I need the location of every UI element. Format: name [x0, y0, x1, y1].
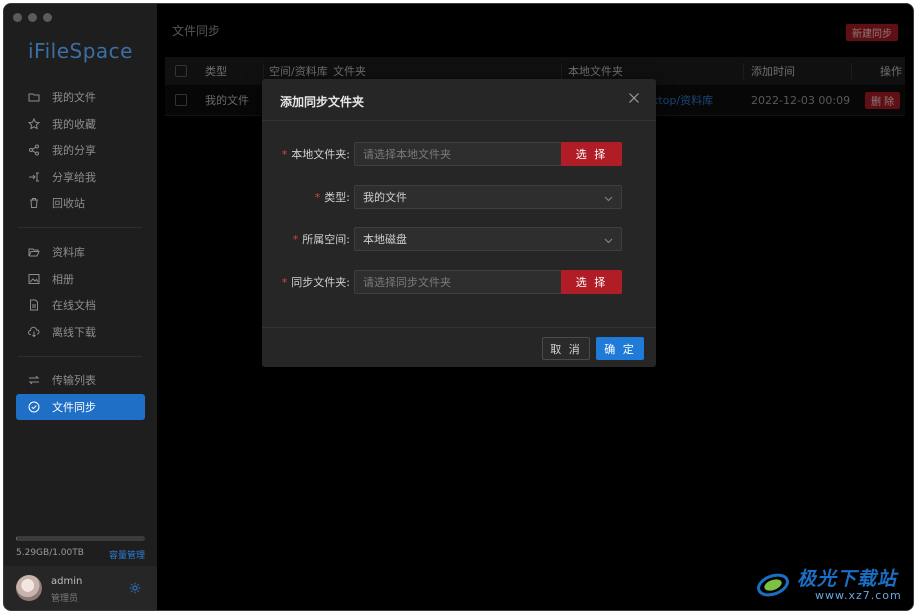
watermark-logo-icon: [757, 573, 789, 597]
sidebar-item-file-sync[interactable]: 文件同步: [16, 393, 145, 420]
local-folder-row: * 本地文件夹: 请选择本地文件夹 选 择: [262, 142, 656, 166]
space-select[interactable]: 本地磁盘: [354, 227, 622, 251]
folder-icon: [28, 91, 40, 103]
sidebar-item-label: 离线下载: [52, 325, 96, 339]
sidebar-item-label: 文件同步: [52, 400, 96, 414]
nav-group-library: 资料库 相册 在线文档 离线下载: [16, 239, 145, 345]
sidebar-item-my-files[interactable]: 我的文件: [16, 84, 145, 111]
trash-icon: [28, 197, 40, 209]
sidebar-item-label: 我的文件: [52, 91, 96, 105]
sidebar-item-my-shares[interactable]: 我的分享: [16, 137, 145, 164]
local-folder-label: * 本地文件夹:: [281, 147, 350, 162]
choose-local-folder-button[interactable]: 选 择: [561, 142, 622, 166]
storage-progress-bar: [16, 536, 145, 541]
app-logo: iFileSpace: [28, 39, 133, 63]
nav-group-files: 我的文件 我的收藏 我的分享 分享给我 回收站: [16, 84, 145, 217]
close-window-button[interactable]: [13, 13, 22, 22]
gear-icon[interactable]: [129, 582, 141, 594]
dialog-title: 添加同步文件夹: [280, 95, 365, 109]
dialog-footer: 取 消 确 定: [262, 327, 656, 367]
sidebar-item-label: 我的分享: [52, 144, 96, 158]
minimize-window-button[interactable]: [28, 13, 37, 22]
watermark-text: 极光下载站: [797, 568, 898, 590]
space-row: * 所属空间: 本地磁盘: [262, 227, 656, 251]
sync-folder-row: * 同步文件夹: 请选择同步文件夹 选 择: [262, 270, 656, 294]
sidebar-item-favorites[interactable]: 我的收藏: [16, 111, 145, 138]
choose-sync-folder-button[interactable]: 选 择: [561, 270, 622, 294]
nav-group-transfer: 传输列表 文件同步: [16, 367, 145, 420]
image-icon: [28, 273, 40, 285]
sidebar-divider: [18, 356, 142, 357]
sidebar-item-transfer-list[interactable]: 传输列表: [16, 367, 145, 394]
sync-folder-label: * 同步文件夹:: [281, 275, 350, 290]
storage-usage-text: 5.29GB/1.00TB: [16, 548, 84, 558]
type-select[interactable]: 我的文件: [354, 185, 622, 209]
capacity-manage-link[interactable]: 容量管理: [109, 548, 145, 561]
local-folder-input[interactable]: 请选择本地文件夹: [354, 142, 561, 166]
share-icon: [28, 144, 40, 156]
sidebar-item-label: 分享给我: [52, 170, 96, 184]
sidebar-item-label: 在线文档: [52, 299, 96, 313]
sidebar-item-label: 我的收藏: [52, 117, 96, 131]
star-icon: [28, 117, 40, 130]
space-label: * 所属空间:: [292, 232, 350, 247]
transfer-icon: [28, 374, 40, 386]
type-row: * 类型: 我的文件: [262, 185, 656, 209]
sidebar-item-recycle-bin[interactable]: 回收站: [16, 190, 145, 217]
sync-folder-input[interactable]: 请选择同步文件夹: [354, 270, 561, 294]
folder-open-icon: [28, 246, 40, 258]
document-icon: [28, 299, 40, 311]
maximize-window-button[interactable]: [43, 13, 52, 22]
sidebar-item-shared-with-me[interactable]: 分享给我: [16, 164, 145, 191]
sync-check-icon: [28, 401, 40, 413]
app-window: iFileSpace 我的文件 我的收藏 我的分享 分享给我 回收站 资料库 相…: [3, 3, 914, 611]
user-role: 管理员: [51, 594, 79, 604]
sidebar-item-library[interactable]: 资料库: [16, 239, 145, 266]
type-label: * 类型:: [314, 190, 350, 205]
sidebar-item-label: 资料库: [52, 246, 85, 260]
user-panel: admin 管理员: [4, 566, 157, 610]
confirm-button[interactable]: 确 定: [596, 337, 644, 360]
avatar[interactable]: [16, 575, 42, 601]
storage-usage: 5.29GB/1.00TB 容量管理: [16, 536, 145, 561]
close-icon[interactable]: [628, 92, 640, 104]
type-select-value: 我的文件: [363, 191, 407, 204]
cancel-button[interactable]: 取 消: [542, 337, 590, 360]
cloud-download-icon: [28, 326, 40, 338]
sidebar-item-label: 传输列表: [52, 374, 96, 388]
user-name: admin: [51, 576, 83, 587]
chevron-down-icon: [604, 193, 613, 202]
shared-with-me-icon: [28, 171, 40, 183]
chevron-down-icon: [604, 235, 613, 244]
sidebar-divider: [18, 227, 142, 228]
sidebar-item-online-docs[interactable]: 在线文档: [16, 292, 145, 319]
add-sync-folder-dialog: 添加同步文件夹 * 本地文件夹: 请选择本地文件夹 选 择 * 类型: 我的文件 *…: [262, 79, 656, 367]
space-select-value: 本地磁盘: [363, 233, 407, 246]
sidebar-item-label: 回收站: [52, 197, 85, 211]
sidebar-item-offline-download[interactable]: 离线下载: [16, 319, 145, 346]
window-controls: [13, 13, 52, 22]
watermark: 极光下载站 www.xz7.com: [755, 562, 910, 606]
sidebar-item-label: 相册: [52, 272, 74, 286]
storage-progress-fill: [16, 536, 18, 541]
watermark-url: www.xz7.com: [815, 589, 902, 602]
sidebar: iFileSpace 我的文件 我的收藏 我的分享 分享给我 回收站 资料库 相…: [4, 4, 157, 610]
sidebar-item-album[interactable]: 相册: [16, 266, 145, 293]
